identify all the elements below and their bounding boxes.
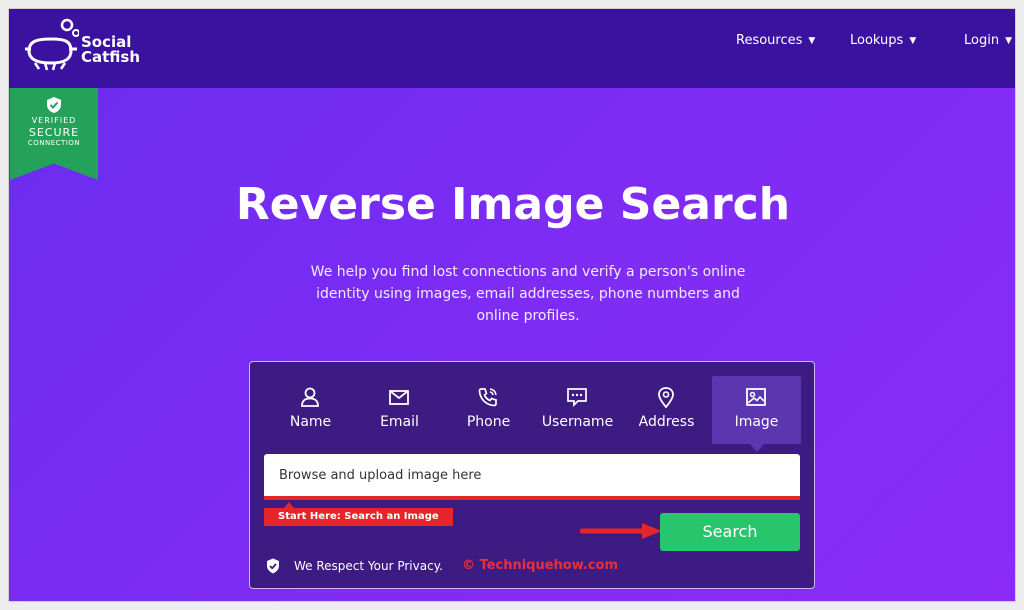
start-here-hint: Start Here: Search an Image [264, 502, 453, 526]
image-icon [746, 388, 766, 406]
logo[interactable]: Social Catfish [23, 17, 143, 73]
badge-line-3: CONNECTION [27, 139, 81, 147]
shield-check-icon [47, 97, 61, 113]
caret-down-icon: ▼ [909, 35, 917, 46]
nav-item-resources[interactable]: Resources ▼ [736, 33, 815, 48]
search-tabs: Name Email Phone Username Address Image [266, 376, 802, 452]
badge-line-2: SECURE [28, 126, 80, 139]
person-icon [301, 387, 319, 407]
tab-label: Name [289, 414, 332, 430]
chat-icon [567, 388, 587, 408]
logo-text: Social Catfish [81, 35, 151, 65]
phone-icon [478, 388, 497, 407]
upload-placeholder: Browse and upload image here [279, 468, 482, 483]
tab-label: Username [541, 414, 614, 430]
nav-item-lookups[interactable]: Lookups ▼ [850, 33, 916, 48]
tab-label: Email [380, 414, 419, 430]
nav-item-label: Lookups [850, 33, 904, 48]
privacy-text: We Respect Your Privacy. [294, 559, 443, 573]
tab-image[interactable]: Image [712, 376, 801, 452]
search-button[interactable]: Search [660, 513, 800, 551]
tab-email[interactable]: Email [355, 376, 444, 444]
hero-description: We help you find lost connections and ve… [310, 264, 746, 324]
tab-username[interactable]: Username [533, 376, 622, 444]
page-title: Reverse Image Search [235, 179, 791, 230]
tab-phone[interactable]: Phone [444, 376, 533, 444]
privacy-note: We Respect Your Privacy. [266, 556, 443, 576]
map-pin-icon [658, 387, 674, 408]
catfish-logo-icon [25, 18, 79, 71]
nav-item-label: Login [964, 33, 1000, 48]
logo-line-2: Catfish [81, 48, 141, 66]
envelope-icon [389, 390, 409, 405]
nav-item-label: Resources [736, 33, 803, 48]
caret-down-icon: ▼ [808, 35, 816, 46]
image-upload-field[interactable]: Browse and upload image here [264, 454, 800, 500]
tab-name[interactable]: Name [266, 376, 355, 444]
red-arrow-annotation [580, 523, 662, 539]
watermark-text: © Techniquehow.com [462, 558, 619, 573]
top-navbar: Social Catfish Resources ▼ Lookups ▼ Log… [9, 9, 1015, 88]
shield-check-icon [267, 558, 279, 574]
tab-label: Image [734, 414, 779, 430]
tab-address[interactable]: Address [622, 376, 711, 444]
caret-down-icon: ▼ [1005, 35, 1012, 46]
tab-label: Phone [466, 414, 511, 430]
tab-label: Address [638, 414, 695, 430]
search-card: Name Email Phone Username Address Image … [249, 361, 815, 589]
nav-item-login[interactable]: Login ▼ [964, 33, 1012, 48]
badge-line-1: VERIFIED [31, 116, 77, 125]
browser-viewport: Social Catfish Resources ▼ Lookups ▼ Log… [8, 8, 1016, 602]
